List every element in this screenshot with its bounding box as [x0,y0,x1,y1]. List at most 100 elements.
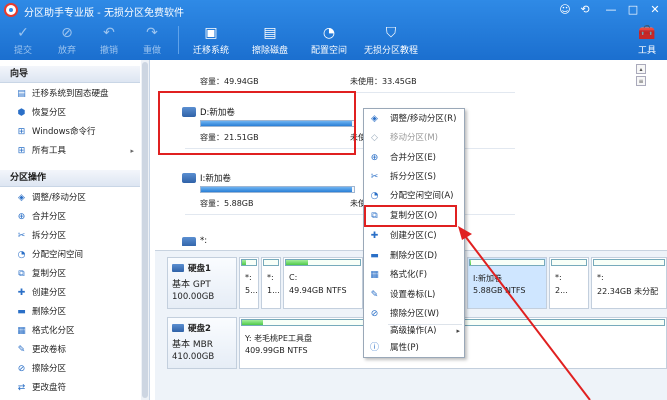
maximize-button[interactable]: □ [624,2,642,18]
recover-icon: ⬢ [17,108,26,118]
discard-button[interactable]: ⊘ 放弃 [52,24,82,58]
check-icon: ✓ [17,25,29,41]
merge-icon: ⊕ [370,153,379,163]
disk-partition-fill [242,260,247,265]
sidebar-item-label[interactable]: ✎ 更改卷标 [0,341,140,360]
app-logo-icon [4,3,18,17]
menu-item-create[interactable]: ✚ 创建分区(C) [364,227,464,246]
disk-partition-fill [470,260,472,265]
advanced-icon [369,326,380,337]
sidebar-item-create[interactable]: ✚ 创建分区 [0,284,140,303]
menu-item-split[interactable]: ✂ 拆分分区(S) [364,168,464,187]
swap-icon: ⇄ [17,383,26,393]
disk-partition-i[interactable]: I:新加卷 5.88GB NTFS [467,257,547,309]
skin-icon[interactable]: ☺ [556,2,574,18]
disk-partition[interactable]: *: 2... [549,257,589,309]
grid-icon: ⊞ [17,146,26,156]
disk-partition[interactable]: *: 5... [239,257,259,309]
info-icon: ⓘ [369,343,379,353]
format-icon: ▦ [17,326,26,336]
sidebar-item-migrate-ssd[interactable]: ▤ 迁移系统到固态硬盘 [0,85,140,104]
scroll-up-button[interactable]: ▴ [636,64,646,74]
wizard-section-title[interactable]: 向导 [0,66,140,83]
redo-icon: ↷ [146,25,158,41]
refresh-icon[interactable]: ⟲ [576,2,594,18]
sidebar-scroll-thumb[interactable] [142,62,148,398]
disk-info[interactable]: 硬盘2 基本 MBR 410.00GB [167,317,237,369]
disk-partition-fill [242,320,264,325]
undo-icon: ↶ [103,25,115,41]
format-icon: ▦ [370,270,379,280]
menu-item-resize-move[interactable]: ◈ 调整/移动分区(R) [364,110,464,129]
wipe-disk-icon: ▤ [263,25,277,41]
redo-button[interactable]: ↷ 重做 [137,24,167,58]
ops-section-title[interactable]: 分区操作 [0,170,140,187]
menu-item-allocate[interactable]: ◔ 分配空闲空间(A) [364,187,464,206]
menu-item-delete[interactable]: ▬ 删除分区(D) [364,247,464,266]
sidebar-scrollbar[interactable] [141,60,149,400]
tools-button[interactable]: 🧰 工具 [632,24,662,58]
migrate-os-button[interactable]: ▣ 迁移系统 [186,24,236,58]
sidebar-item-allocate[interactable]: ◔ 分配空闲空间 [0,246,140,265]
menu-item-format[interactable]: ▦ 格式化(F) [364,266,464,285]
drive-icon [182,173,196,183]
menu-item-properties[interactable]: ⓘ 属性(P) [364,339,464,358]
split-icon: ✂ [370,172,379,182]
resize-icon: ◈ [371,114,378,124]
menu-item-set-label[interactable]: ✎ 设置卷标(L) [364,286,464,305]
disk-partition-c[interactable]: C: 49.94GB NTFS [283,257,363,309]
disk-info[interactable]: 硬盘1 基本 GPT 100.00GB [167,257,237,309]
disk-partition-unallocated[interactable]: *: 22.34GB 未分配 [591,257,667,309]
sidebar: 向导 ▤ 迁移系统到固态硬盘 ⬢ 恢复分区 ⊞ Windows命令行 ⊞ 所有工具 ▸ 分… [0,60,150,400]
scroll-list-button[interactable]: ≡ [636,76,646,86]
sidebar-item-format[interactable]: ▦ 格式化分区 [0,322,140,341]
disk-icon: ▤ [17,89,26,99]
sidebar-item-change-letter[interactable]: ⇄ 更改盘符 [0,379,140,398]
move-icon: ◇ [371,133,378,143]
sidebar-item-delete[interactable]: ▬ 删除分区 [0,303,140,322]
divider [185,214,515,215]
pencil-icon: ✎ [17,345,26,355]
windows-icon: ⊞ [17,127,26,137]
sidebar-item-recover-partition[interactable]: ⬢ 恢复分区 [0,104,140,123]
sidebar-item-copy[interactable]: ⧉ 复制分区 [0,265,140,284]
delete-icon: ▬ [17,307,26,317]
submit-button[interactable]: ✓ 提交 [8,24,38,58]
copy-partition-highlight [364,205,457,227]
sidebar-item-resize[interactable]: ◈ 调整/移动分区 [0,189,140,208]
wipe-disk-button[interactable]: ▤ 擦除磁盘 [245,24,295,58]
minimize-button[interactable]: — [602,2,620,18]
pie-icon: ◔ [17,250,26,260]
menu-item-move[interactable]: ◇ 移动分区(M) [364,129,464,148]
wipe-icon: ⊘ [370,309,379,319]
tutorial-button[interactable]: ⛉ 无损分区教程 [360,24,422,58]
disk-partition[interactable]: *: 1... [261,257,281,309]
toolbar-separator [178,26,179,54]
merge-icon: ⊕ [17,212,26,222]
discard-icon: ⊘ [61,25,73,41]
pencil-icon: ✎ [370,290,379,300]
close-button[interactable]: ✕ [646,2,664,18]
title-bar: 分区助手专业版 - 无损分区免费软件 ☺ ⟲ — □ ✕ [0,0,667,20]
menu-item-merge[interactable]: ⊕ 合并分区(E) [364,149,464,168]
app-title: 分区助手专业版 - 无损分区免费软件 [24,8,184,19]
top-bar: 分区助手专业版 - 无损分区免费软件 ☺ ⟲ — □ ✕ ✓ 提交 ⊘ 放弃 ↶… [0,0,667,60]
selected-partition-highlight [158,91,356,155]
resize-icon: ◈ [18,193,25,203]
sidebar-item-windows-cmd[interactable]: ⊞ Windows命令行 [0,123,140,142]
usage-bar-fill [201,187,353,192]
split-icon: ✂ [17,231,26,241]
disk-partition-fill [286,260,309,265]
plus-icon: ✚ [17,288,26,298]
sidebar-item-wipe[interactable]: ⊘ 擦除分区 [0,360,140,379]
sidebar-item-all-tools[interactable]: ⊞ 所有工具 ▸ [0,142,140,161]
pie-icon: ◔ [322,25,336,41]
toolbox-icon: 🧰 [638,25,656,41]
allocate-space-button[interactable]: ◔ 配置空间 [304,24,354,58]
sidebar-item-split[interactable]: ✂ 拆分分区 [0,227,140,246]
delete-icon: ▬ [370,251,379,261]
sidebar-item-merge[interactable]: ⊕ 合并分区 [0,208,140,227]
usage-bar [200,186,355,193]
undo-button[interactable]: ↶ 撤销 [94,24,124,58]
context-menu: ◈ 调整/移动分区(R) ◇ 移动分区(M) ⊕ 合并分区(E) ✂ 拆分分区(S) ◔… [363,108,465,358]
